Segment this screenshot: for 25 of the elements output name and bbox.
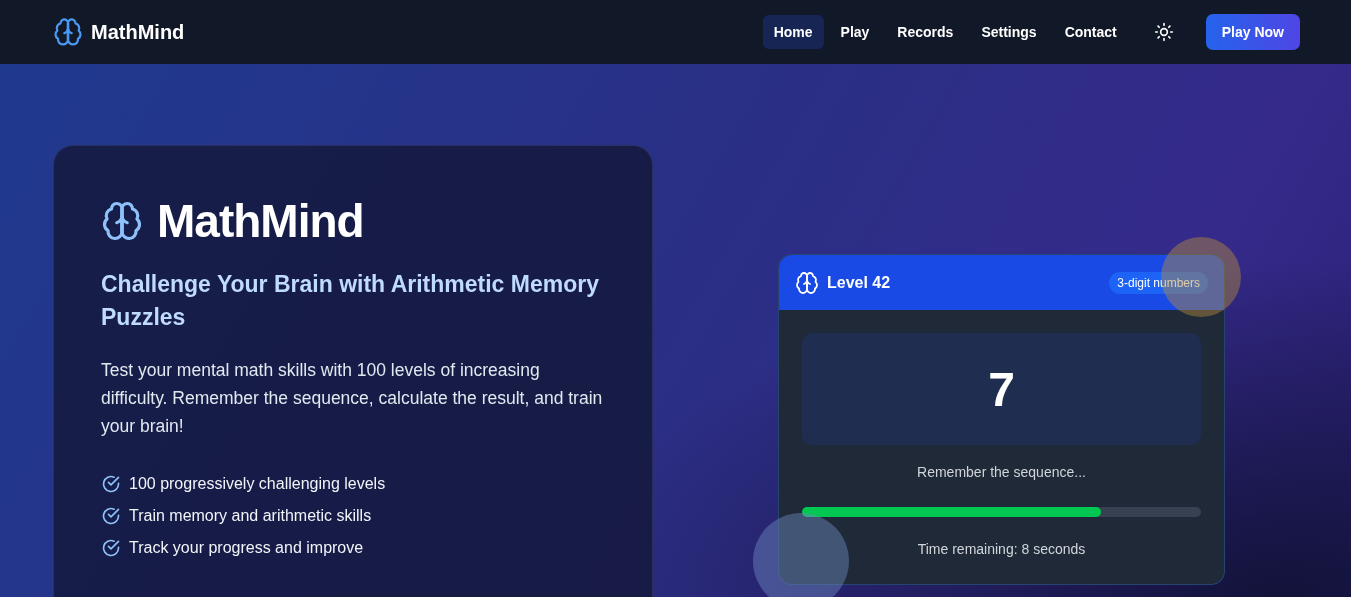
hero-subtitle: Challenge Your Brain with Arithmetic Memory Puzzles: [101, 270, 600, 332]
brain-icon: [53, 17, 83, 47]
nav-link[interactable]: Records: [886, 15, 965, 49]
feature-item: Track your progress and improve: [129, 539, 364, 557]
timer-text: Time remaining: 8 seconds: [917, 541, 1086, 557]
level-label: Level 42: [827, 273, 891, 292]
feature-item: 100 progressively challenging levels: [129, 475, 386, 493]
nav-link[interactable]: Settings: [970, 15, 1048, 49]
difficulty-badge: 3-digit numbers: [1109, 271, 1208, 294]
brand-name[interactable]: MathMind: [91, 20, 185, 44]
play-now-button[interactable]: Play Now: [1205, 14, 1300, 50]
brain-icon: [101, 200, 143, 242]
check-circle-icon: [101, 474, 121, 494]
hero-description: Test your mental math skills with 100 levels of increasing difficulty. Remember the sequence, calculate the result, and train your brain!: [101, 359, 604, 438]
nav-link[interactable]: Home: [762, 15, 824, 49]
nav-link[interactable]: Contact: [1053, 15, 1128, 49]
brain-icon: [795, 270, 819, 295]
theme-toggle-icon[interactable]: [1153, 22, 1174, 42]
hero-title: MathMind: [157, 194, 364, 248]
sequence-number: 7: [988, 361, 1015, 417]
nav-link[interactable]: Play: [829, 15, 881, 49]
check-circle-icon: [101, 538, 121, 558]
check-circle-icon: [101, 506, 121, 526]
prompt-text: Remember the sequence...: [917, 464, 1086, 480]
feature-item: Train memory and arithmetic skills: [129, 507, 372, 525]
